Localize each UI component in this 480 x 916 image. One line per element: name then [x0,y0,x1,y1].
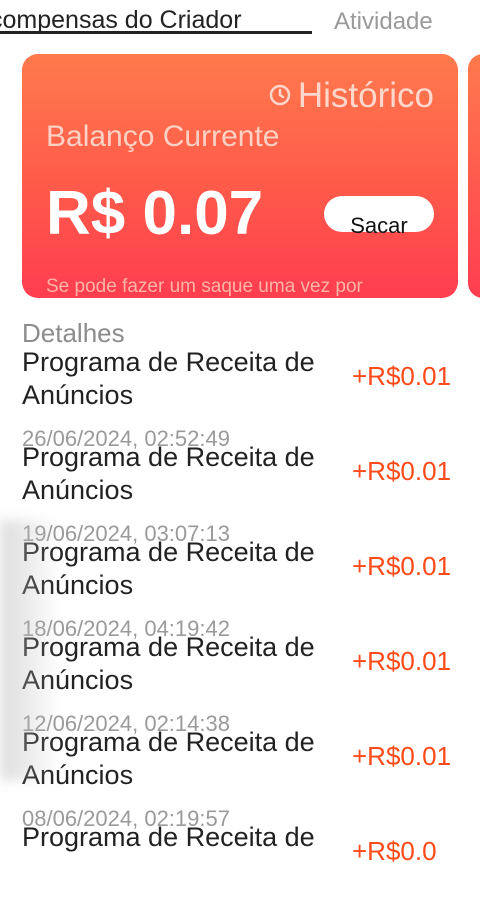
balance-card: Histórico Balanço Currente R$ 0.07 Sacar… [22,54,458,298]
item-title: Programa de Receita de Anúncios [22,727,315,790]
history-link[interactable]: Histórico [268,76,434,116]
list-item[interactable]: Programa de Receita de Anúncios +R$0.01 08… [0,726,480,831]
details-heading: Detalhes [22,318,125,348]
item-amount: +R$0.0 [352,836,437,866]
balance-amount: R$ 0.07 [46,179,264,248]
list-item[interactable]: Programa de Receita de +R$0.0 [0,821,480,916]
item-amount: +R$0.01 [352,646,452,676]
item-amount: +R$0.01 [352,551,452,581]
item-amount: +R$0.01 [352,361,452,391]
balance-label: Balanço Currente [46,120,280,153]
withdraw-label: Sacar [350,213,408,238]
withdraw-note: Se pode fazer um saque uma vez por [46,276,363,297]
list-item[interactable]: Programa de Receita de Anúncios +R$0.01 18… [0,536,480,641]
transaction-list: Programa de Receita de Anúncios +R$0.01 26… [0,346,480,916]
next-card-peek[interactable] [468,54,480,298]
item-title: Programa de Receita de Anúncios [22,537,315,600]
item-title: Programa de Receita de Anúncios [22,442,315,505]
item-amount: +R$0.01 [352,741,452,771]
list-item[interactable]: Programa de Receita de Anúncios +R$0.01 12… [0,631,480,736]
item-title: Programa de Receita de [22,822,315,852]
tab-active-indicator [0,31,312,34]
tab-bar: compensas do Criador Atividade [0,0,480,36]
item-title: Programa de Receita de Anúncios [22,632,315,695]
clock-icon [268,76,292,116]
item-amount: +R$0.01 [352,456,452,486]
tab-activity[interactable]: Atividade [334,8,433,36]
list-item[interactable]: Programa de Receita de Anúncios +R$0.01 26… [0,346,480,451]
withdraw-button[interactable]: Sacar [324,196,434,238]
list-item[interactable]: Programa de Receita de Anúncios +R$0.01 19… [0,441,480,546]
item-title: Programa de Receita de Anúncios [22,347,315,410]
history-label: Histórico [297,76,434,115]
